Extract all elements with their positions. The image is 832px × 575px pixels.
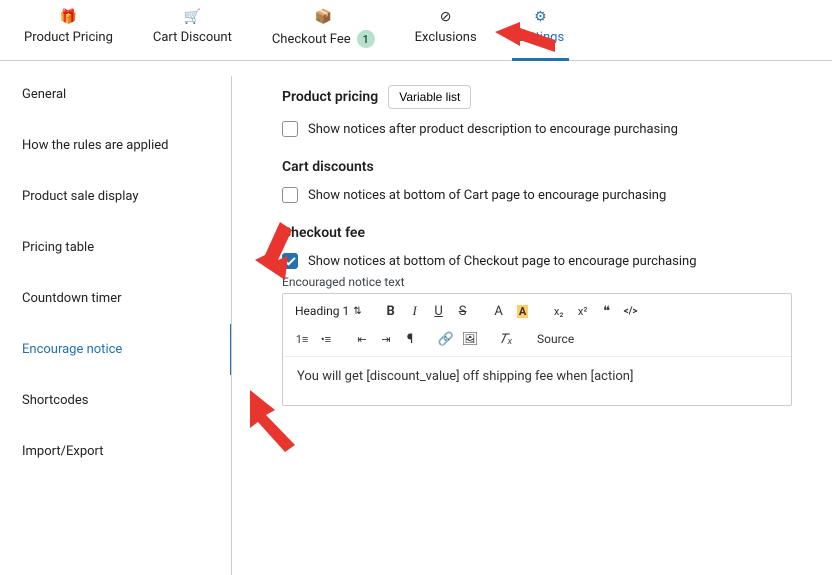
sidebar-item-countdown[interactable]: Countdown timer: [0, 273, 232, 324]
section-title: Checkout fee: [282, 225, 365, 241]
sidebar-item-sale-display[interactable]: Product sale display: [0, 171, 232, 222]
tab-label: Exclusions: [415, 30, 477, 45]
paragraph-button[interactable]: ¶: [399, 328, 421, 350]
strike-button[interactable]: S: [452, 300, 474, 322]
subscript-button[interactable]: x₂: [548, 300, 570, 322]
editor-content[interactable]: You will get [discount_value] off shippi…: [283, 357, 791, 405]
cart-icon: 🛒: [184, 10, 201, 24]
tab-label: Cart Discount: [153, 30, 232, 45]
section-checkout-fee: Checkout fee Show notices at bottom of C…: [282, 225, 792, 406]
tab-settings[interactable]: ⚙ Settings: [497, 0, 584, 60]
link-button[interactable]: 🔗: [435, 328, 457, 350]
checkbox-label: Show notices after product description t…: [308, 122, 678, 137]
variable-list-button[interactable]: Variable list: [388, 85, 471, 109]
main-tabs: 🎁 Product Pricing 🛒 Cart Discount 📦 Chec…: [0, 0, 832, 61]
superscript-button[interactable]: x²: [572, 300, 594, 322]
sidebar-item-general[interactable]: General: [0, 69, 232, 120]
tab-cart-discount[interactable]: 🛒 Cart Discount: [133, 0, 252, 60]
exclude-icon: ⊘: [440, 10, 452, 24]
blockquote-button[interactable]: ❝: [596, 300, 618, 322]
checkbox-checkout-notices[interactable]: [282, 253, 298, 269]
bullet-list-button[interactable]: •≡: [315, 328, 337, 350]
image-button[interactable]: 🖼: [459, 328, 481, 350]
tab-badge: 1: [357, 30, 375, 48]
section-cart-discounts: Cart discounts Show notices at bottom of…: [282, 159, 792, 203]
checkbox-product-notices[interactable]: [282, 121, 298, 137]
source-button[interactable]: Source: [531, 330, 580, 348]
section-title: Cart discounts: [282, 159, 374, 175]
tab-label-wrap: Checkout Fee 1: [272, 30, 375, 48]
numbered-list-button[interactable]: 1≡: [291, 328, 313, 350]
checkbox-label: Show notices at bottom of Checkout page …: [308, 254, 697, 269]
highlight-icon: A: [517, 305, 528, 318]
underline-button[interactable]: U: [428, 300, 450, 322]
outdent-button[interactable]: ⇤: [351, 328, 373, 350]
clear-format-button[interactable]: 𝑇ₓ: [495, 328, 517, 350]
rich-text-editor: Heading 1 ⇅ B I U S A A: [282, 293, 792, 406]
heading-select[interactable]: Heading 1 ⇅: [291, 302, 366, 320]
code-button[interactable]: </>: [620, 300, 642, 322]
gear-icon: ⚙: [534, 10, 547, 24]
tab-label: Checkout Fee: [272, 32, 351, 47]
bold-button[interactable]: B: [380, 300, 402, 322]
checkout-icon: 📦: [315, 10, 332, 24]
gift-icon: 🎁: [60, 10, 77, 24]
font-color-button[interactable]: A: [488, 300, 510, 322]
indent-icon: ⇥: [381, 333, 390, 346]
indent-button[interactable]: ⇥: [375, 328, 397, 350]
settings-sidebar: General How the rules are applied Produc…: [0, 61, 232, 575]
outdent-icon: ⇤: [357, 333, 366, 346]
sidebar-item-pricing-table[interactable]: Pricing table: [0, 222, 232, 273]
checkbox-label: Show notices at bottom of Cart page to e…: [308, 188, 666, 203]
encouraged-text-label: Encouraged notice text: [282, 275, 792, 289]
paragraph-icon: ¶: [407, 332, 413, 347]
highlight-button[interactable]: A: [512, 300, 534, 322]
sidebar-item-encourage[interactable]: Encourage notice: [0, 324, 232, 375]
tab-label: Settings: [517, 30, 564, 45]
tab-product-pricing[interactable]: 🎁 Product Pricing: [4, 0, 133, 60]
tab-checkout-fee[interactable]: 📦 Checkout Fee 1: [252, 0, 395, 60]
checkbox-cart-notices[interactable]: [282, 187, 298, 203]
sidebar-item-rules[interactable]: How the rules are applied: [0, 120, 232, 171]
bullet-list-icon: •≡: [321, 333, 331, 346]
chevron-updown-icon: ⇅: [353, 306, 361, 317]
tab-label: Product Pricing: [24, 30, 113, 45]
settings-content: Product pricing Variable list Show notic…: [232, 61, 832, 575]
section-product-pricing: Product pricing Variable list Show notic…: [282, 85, 792, 137]
section-title: Product pricing: [282, 89, 378, 105]
numbered-list-icon: 1≡: [296, 333, 309, 346]
sidebar-item-shortcodes[interactable]: Shortcodes: [0, 375, 232, 426]
sidebar-item-import-export[interactable]: Import/Export: [0, 426, 232, 477]
italic-button[interactable]: I: [404, 300, 426, 322]
tab-exclusions[interactable]: ⊘ Exclusions: [395, 0, 497, 60]
editor-toolbar: Heading 1 ⇅ B I U S A A: [283, 294, 791, 357]
